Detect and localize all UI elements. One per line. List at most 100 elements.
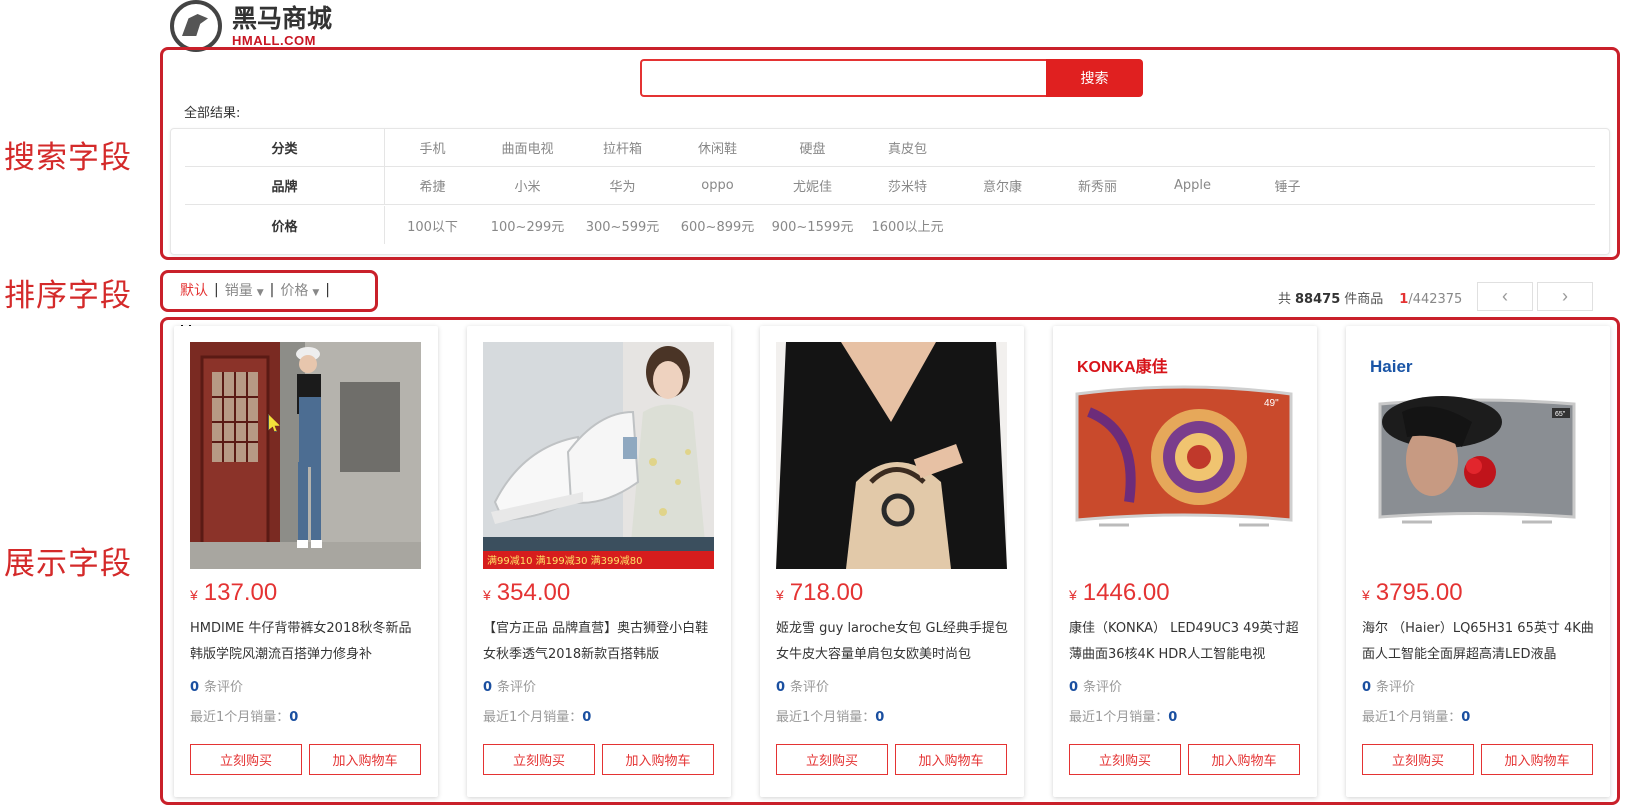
currency-symbol: ¥ <box>1069 587 1077 603</box>
filter-option[interactable]: 华为 <box>575 176 670 195</box>
result-count: 共 88475 件商品 1/442375 <box>1278 288 1462 307</box>
filter-option[interactable]: 小米 <box>480 176 575 195</box>
sort-down-icon: ▼ <box>312 288 320 298</box>
filter-option[interactable]: 新秀丽 <box>1050 176 1145 195</box>
filter-option[interactable]: Apple <box>1145 178 1240 193</box>
filter-option[interactable]: oppo <box>670 178 765 193</box>
product-card[interactable]: 满99减10 满199减30 满399减80 ¥354.00 【官方正品 品牌直… <box>467 326 731 797</box>
product-rating[interactable]: 0 条评价 <box>776 676 829 695</box>
result-suffix: 件商品 <box>1344 292 1384 307</box>
logo-name-cn: 黑马商城 <box>232 3 333 33</box>
sort-sales-label: 销量 <box>224 283 253 299</box>
filter-option[interactable]: 休闲鞋 <box>670 138 765 157</box>
page-current: 1 <box>1399 292 1409 307</box>
search-input[interactable] <box>640 59 1046 97</box>
filter-option[interactable]: 希捷 <box>385 176 480 195</box>
filter-key-category: 分类 <box>185 129 385 166</box>
buy-now-button[interactable]: 立刻购买 <box>190 744 302 775</box>
price-value: 1446.00 <box>1082 579 1170 606</box>
buy-now-button[interactable]: 立刻购买 <box>483 744 595 775</box>
sales-label: 最近1个月销量： <box>1362 710 1462 725</box>
filter-option[interactable]: 锤子 <box>1240 176 1335 195</box>
buy-now-button[interactable]: 立刻购买 <box>1362 744 1474 775</box>
site-logo[interactable]: 黑马商城 HMALL.COM <box>170 0 333 52</box>
buy-now-button[interactable]: 立刻购买 <box>776 744 888 775</box>
product-card[interactable]: ¥718.00 姬龙雪 guy laroche女包 GL经典手提包女牛皮大容量单… <box>760 326 1024 797</box>
filter-option[interactable]: 硬盘 <box>765 138 860 157</box>
product-image[interactable]: Haier 65" <box>1362 342 1593 569</box>
product-image[interactable]: KONKA康佳 49" <box>1069 342 1300 569</box>
sort-bar: 默认 | 销量 ▼ | 价格 ▼ | <box>180 280 336 300</box>
product-title[interactable]: 姬龙雪 guy laroche女包 GL经典手提包女牛皮大容量单肩包女欧美时尚包 <box>776 616 1008 668</box>
filter-row-category: 分类 手机 曲面电视 拉杆箱 休闲鞋 硬盘 真皮包 <box>185 129 1595 167</box>
add-to-cart-button[interactable]: 加入购物车 <box>1188 744 1300 775</box>
next-page-button[interactable]: › <box>1537 282 1593 311</box>
product-image[interactable]: 满99减10 满199减30 满399减80 <box>483 342 714 569</box>
product-title[interactable]: 【官方正品 品牌直营】奥古狮登小白鞋女秋季透气2018新款百搭韩版 <box>483 616 715 668</box>
horse-logo-icon <box>170 0 222 52</box>
result-prefix: 共 <box>1278 292 1292 307</box>
rating-count: 0 <box>1069 680 1079 695</box>
add-to-cart-button[interactable]: 加入购物车 <box>895 744 1007 775</box>
product-sales: 最近1个月销量：0 <box>190 706 298 725</box>
filter-option[interactable]: 600~899元 <box>670 216 765 235</box>
product-image[interactable] <box>190 342 421 569</box>
chevron-right-icon: › <box>1562 286 1568 306</box>
product-price: ¥3795.00 <box>1362 579 1463 607</box>
filter-option[interactable]: 尤妮佳 <box>765 176 860 195</box>
search-bar: 搜索 <box>640 59 1143 97</box>
product-rating[interactable]: 0 条评价 <box>1069 676 1122 695</box>
currency-symbol: ¥ <box>483 587 491 603</box>
product-rating[interactable]: 0 条评价 <box>1362 676 1415 695</box>
filter-option[interactable]: 300~599元 <box>575 216 670 235</box>
filter-key-price: 价格 <box>185 206 385 244</box>
product-card[interactable]: Haier 65" ¥3795.00 海尔 （Haier）LQ65H31 65英… <box>1346 326 1610 797</box>
product-title[interactable]: HMDIME 牛仔背带裤女2018秋冬新品 韩版学院风潮流百搭弹力修身补 <box>190 616 422 668</box>
add-to-cart-button[interactable]: 加入购物车 <box>602 744 714 775</box>
product-title[interactable]: 康佳（KONKA） LED49UC3 49英寸超薄曲面36核4K HDR人工智能… <box>1069 616 1301 668</box>
filter-option[interactable]: 拉杆箱 <box>575 138 670 157</box>
filter-option[interactable]: 真皮包 <box>860 138 955 157</box>
sales-count: 0 <box>582 710 592 725</box>
rating-suffix: 条评价 <box>1083 680 1123 695</box>
filter-row-brand: 品牌 希捷 小米 华为 oppo 尤妮佳 莎米特 意尔康 新秀丽 Apple 锤… <box>185 167 1595 205</box>
filter-option[interactable]: 100以下 <box>385 216 480 235</box>
all-results-label: 全部结果: <box>184 106 241 121</box>
product-price: ¥354.00 <box>483 579 570 607</box>
prev-page-button[interactable]: ‹ <box>1477 282 1533 311</box>
sort-separator: | <box>325 282 330 298</box>
product-card[interactable]: KONKA康佳 49" ¥1446.00 康佳（KONKA） LED49UC3 … <box>1053 326 1317 797</box>
sales-label: 最近1个月销量： <box>1069 710 1169 725</box>
product-sales: 最近1个月销量：0 <box>483 706 591 725</box>
rating-count: 0 <box>776 680 786 695</box>
add-to-cart-button[interactable]: 加入购物车 <box>1481 744 1593 775</box>
page-total: /442375 <box>1408 292 1463 307</box>
sort-default[interactable]: 默认 <box>180 280 208 300</box>
buy-now-button[interactable]: 立刻购买 <box>1069 744 1181 775</box>
sort-down-icon: ▼ <box>256 288 264 298</box>
filter-option[interactable]: 100~299元 <box>480 216 575 235</box>
product-card[interactable]: ¥137.00 HMDIME 牛仔背带裤女2018秋冬新品 韩版学院风潮流百搭弹… <box>174 326 438 797</box>
filter-option[interactable]: 1600以上元 <box>860 216 955 235</box>
sales-count: 0 <box>1168 710 1178 725</box>
price-value: 718.00 <box>789 579 864 606</box>
sort-separator: | <box>269 282 275 298</box>
product-rating[interactable]: 0 条评价 <box>483 676 536 695</box>
filter-option[interactable]: 曲面电视 <box>480 138 575 157</box>
sort-price[interactable]: 价格 ▼ <box>280 280 319 300</box>
product-rating[interactable]: 0 条评价 <box>190 676 243 695</box>
add-to-cart-button[interactable]: 加入购物车 <box>309 744 421 775</box>
filter-option[interactable]: 900~1599元 <box>765 216 860 235</box>
search-button[interactable]: 搜索 <box>1046 59 1143 97</box>
sort-sales[interactable]: 销量 ▼ <box>225 280 264 300</box>
filter-option[interactable]: 意尔康 <box>955 176 1050 195</box>
product-image[interactable] <box>776 342 1007 569</box>
logo-name-en: HMALL.COM <box>232 32 316 48</box>
product-title[interactable]: 海尔 （Haier）LQ65H31 65英寸 4K曲面人工智能全面屏超高清LED… <box>1362 616 1594 668</box>
filter-option[interactable]: 莎米特 <box>860 176 955 195</box>
rating-count: 0 <box>483 680 493 695</box>
filter-option[interactable]: 手机 <box>385 138 480 157</box>
annotation-sort-field: 排序字段 <box>4 278 132 314</box>
product-price: ¥718.00 <box>776 579 863 607</box>
brand-logo-text: KONKA康佳 <box>1077 357 1168 376</box>
